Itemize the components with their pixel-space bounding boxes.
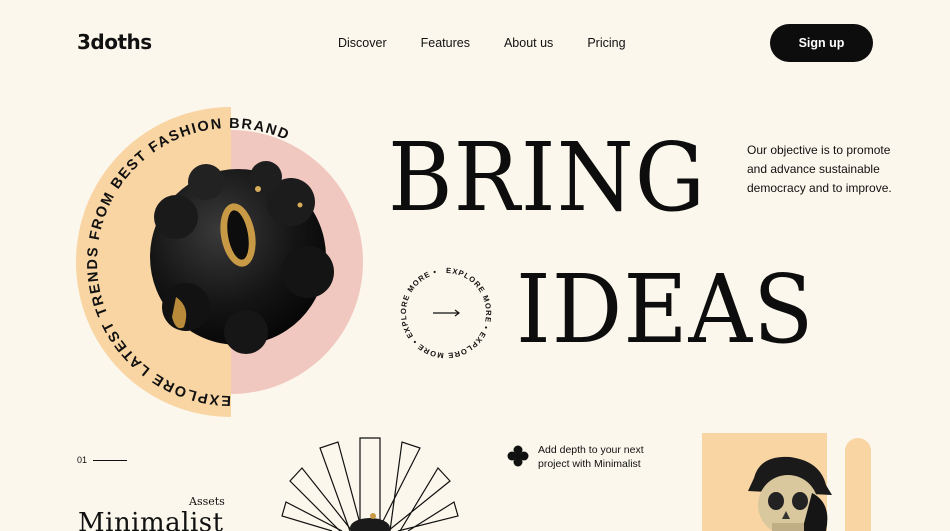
depth-text: Add depth to your next project with Mini… bbox=[538, 444, 644, 470]
arrow-right-icon bbox=[433, 309, 460, 317]
nav-pricing[interactable]: Pricing bbox=[587, 36, 625, 50]
main-nav: Discover Features About us Pricing bbox=[338, 36, 660, 50]
small-sculpture bbox=[350, 513, 390, 531]
assets-label: Assets bbox=[189, 495, 225, 508]
headline-line-2: IDEAS bbox=[516, 253, 815, 365]
nav-about-us[interactable]: About us bbox=[504, 36, 553, 50]
depth-callout: Add depth to your next project with Mini… bbox=[506, 443, 668, 471]
section-number-label: 01 bbox=[77, 455, 88, 465]
peach-pill bbox=[845, 438, 871, 531]
headline-line-1: BRING bbox=[388, 121, 706, 233]
signup-button[interactable]: Sign up bbox=[770, 24, 873, 62]
fan-line-art bbox=[281, 437, 459, 531]
nav-features[interactable]: Features bbox=[421, 36, 470, 50]
hero-circle-art: EXPLORE LATEST TRENDS FROM BEST FASHION … bbox=[76, 107, 363, 417]
section-number: 01 bbox=[77, 455, 128, 465]
clover-icon bbox=[507, 445, 529, 467]
skull-art-card bbox=[702, 433, 871, 531]
explore-more-button[interactable]: EXPLORE MORE • EXPLORE MORE • EXPLORE MO… bbox=[396, 263, 496, 363]
nav-discover[interactable]: Discover bbox=[338, 36, 387, 50]
objective-text: Our objective is to promote and advance … bbox=[747, 143, 892, 195]
section-title: Minimalist bbox=[78, 508, 224, 531]
brand-logo[interactable]: 3doths bbox=[77, 30, 152, 54]
section-divider bbox=[93, 459, 128, 461]
